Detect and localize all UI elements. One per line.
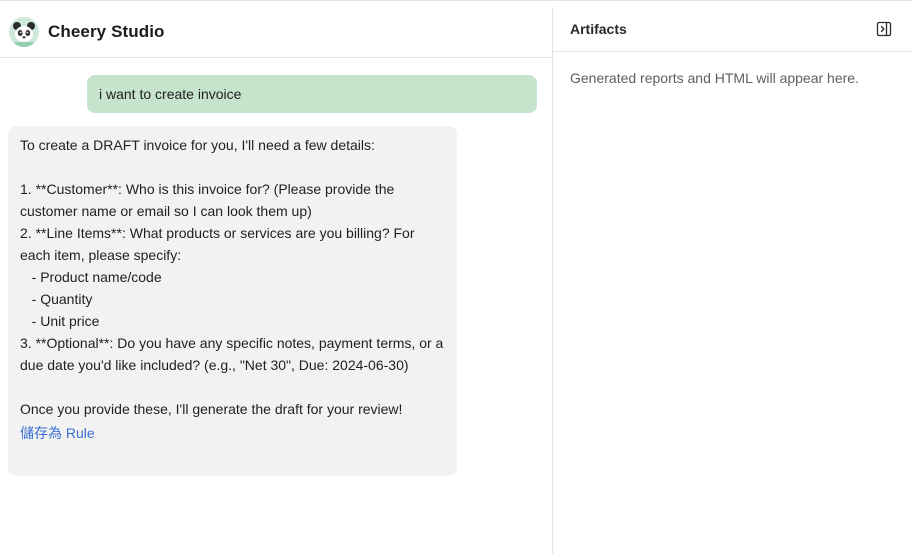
artifacts-pane: Artifacts Generated reports and HTML wil…: [553, 7, 912, 554]
save-as-rule-link[interactable]: 儲存為 Rule: [20, 422, 95, 444]
panel-collapse-icon[interactable]: [876, 21, 892, 37]
artifacts-header: Artifacts: [553, 7, 912, 52]
app-window: Cheery Studio i want to create invoice T…: [0, 0, 912, 554]
artifacts-empty-state: Generated reports and HTML will appear h…: [570, 70, 859, 86]
artifacts-title: Artifacts: [570, 21, 627, 37]
assistant-message-text: To create a DRAFT invoice for you, I'll …: [20, 137, 444, 417]
chat-pane: Cheery Studio i want to create invoice T…: [0, 7, 553, 554]
chat-header: Cheery Studio: [0, 7, 552, 58]
assistant-message-bubble: To create a DRAFT invoice for you, I'll …: [8, 126, 457, 476]
panda-icon: [9, 17, 39, 47]
app-title: Cheery Studio: [48, 22, 165, 41]
user-message-bubble: i want to create invoice: [87, 75, 537, 113]
user-message-text: i want to create invoice: [99, 86, 242, 102]
